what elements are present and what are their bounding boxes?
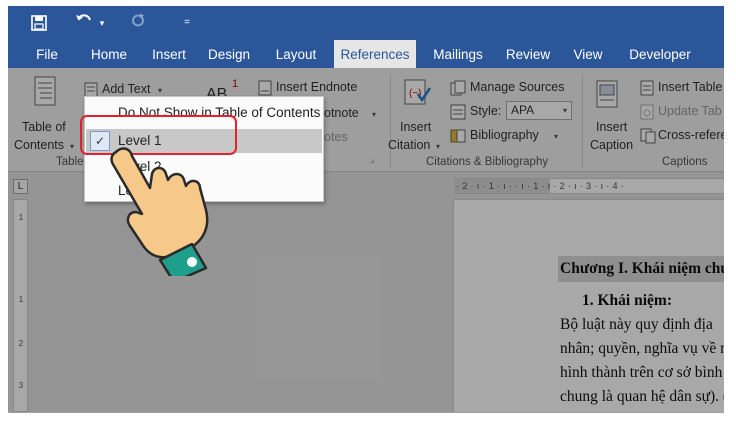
show-notes-button[interactable]: otes	[324, 130, 348, 144]
document-line: hình thành trên cơ sở bình	[560, 364, 723, 381]
vertical-ruler-mark: 2	[18, 339, 24, 348]
horizontal-ruler[interactable]: · 2 · ı · 1 · ı · · ı · 1 · ı · 2 · ı · …	[454, 178, 724, 194]
document-subheading: 1. Khái niệm:	[582, 292, 672, 309]
group-label-citations: Citations & Bibliography	[426, 156, 549, 168]
add-text-button[interactable]: Add Text	[102, 82, 150, 96]
chevron-down-icon: ▾	[562, 106, 567, 115]
insert-citation-icon[interactable]: (~)	[402, 78, 432, 113]
toc-button-line2[interactable]: Contents	[14, 138, 64, 152]
document-line: Bộ luật này quy định địa	[560, 316, 713, 333]
tab-view[interactable]: View	[568, 40, 608, 68]
tab-developer[interactable]: Developer	[620, 40, 700, 68]
group-label-toc: Table	[56, 156, 84, 168]
group-separator	[582, 74, 583, 168]
ribbon-tabs: File Home Insert Design Layout Reference…	[8, 40, 724, 68]
tab-mailings[interactable]: Mailings	[426, 40, 490, 68]
style-select-value: APA	[511, 103, 535, 117]
style-label: Style:	[470, 104, 502, 118]
style-select[interactable]: APA ▾	[506, 101, 572, 120]
insert-table-of-figures-button[interactable]: Insert Table	[658, 80, 722, 94]
word-window: ▾ = File Home Insert Design Layout Refer…	[8, 6, 724, 412]
tab-selector-button[interactable]: L	[13, 179, 28, 194]
document-line: chung là quan hệ dân sự). (	[560, 388, 724, 405]
group-label-captions: Captions	[662, 156, 708, 168]
vertical-ruler-mark: 1	[18, 295, 24, 304]
insert-citation-line2[interactable]: Citation	[388, 138, 430, 152]
undo-dropdown-icon[interactable]: ▾	[96, 12, 108, 34]
menu-item-label: Do Not Show in Table of Contents	[118, 105, 321, 120]
insert-table-of-figures-icon[interactable]	[640, 80, 654, 101]
insert-endnote-button[interactable]: Insert Endnote	[276, 80, 357, 94]
bibliography-icon[interactable]	[450, 128, 466, 149]
floppy-disk-icon[interactable]	[28, 12, 50, 34]
cross-reference-icon[interactable]	[640, 128, 656, 149]
document-line: nhân; quyền, nghĩa vụ về n	[560, 340, 724, 357]
manage-sources-button[interactable]: Manage Sources	[470, 80, 565, 94]
quick-access-toolbar: ▾ =	[8, 6, 724, 40]
footnote-superscript: 1	[232, 78, 239, 90]
vertical-ruler[interactable]: 1 1 2 3	[13, 199, 28, 412]
next-footnote-button[interactable]: otnote	[324, 106, 359, 120]
horizontal-ruler-marks: · 2 · ı · 1 · ı · · ı · 1 · ı · 2 · ı · …	[456, 181, 625, 192]
insert-citation-line1[interactable]: Insert	[400, 120, 431, 134]
tab-layout[interactable]: Layout	[270, 40, 322, 68]
toc-button-line1[interactable]: Table of	[22, 120, 66, 134]
bibliography-dropdown-icon[interactable]: ▾	[554, 132, 558, 141]
tab-design[interactable]: Design	[204, 40, 254, 68]
table-of-contents-icon[interactable]	[34, 76, 56, 111]
tab-home[interactable]: Home	[84, 40, 134, 68]
document-heading: Chương I. Khái niệm chu	[558, 256, 724, 282]
footnotes-dialog-launcher-icon[interactable]: ⌟	[370, 154, 374, 165]
add-text-dropdown-icon[interactable]: ▾	[158, 86, 162, 95]
vertical-ruler-mark: 3	[18, 381, 24, 390]
vertical-ruler-mark: 1	[18, 213, 24, 222]
insert-caption-line2[interactable]: Caption	[590, 138, 633, 152]
menu-item-do-not-show[interactable]: Do Not Show in Table of Contents	[86, 101, 322, 125]
manage-sources-icon[interactable]	[450, 80, 466, 101]
group-separator	[390, 74, 391, 168]
tab-insert[interactable]: Insert	[146, 40, 192, 68]
update-table-button: Update Tab	[658, 104, 722, 118]
bibliography-button[interactable]: Bibliography	[470, 128, 539, 142]
customize-toolbar-button[interactable]: =	[180, 12, 194, 34]
cross-reference-button[interactable]: Cross-refere	[658, 128, 724, 142]
vertical-ruler-area: L 1 1 2 3	[8, 172, 36, 412]
next-footnote-dropdown-icon[interactable]: ▾	[372, 110, 376, 119]
pointing-hand-icon	[100, 144, 240, 284]
style-icon	[450, 104, 466, 125]
document-page[interactable]: Chương I. Khái niệm chu 1. Khái niệm: Bộ…	[454, 200, 724, 412]
toc-dropdown-icon[interactable]: ▾	[70, 142, 74, 151]
update-table-icon	[640, 104, 654, 125]
redo-arrow-icon	[128, 12, 148, 34]
tab-file[interactable]: File	[28, 40, 66, 68]
undo-arrow-icon[interactable]	[74, 12, 94, 34]
tab-references[interactable]: References	[334, 40, 416, 68]
insert-caption-icon[interactable]	[596, 80, 618, 113]
insert-citation-dropdown-icon[interactable]: ▾	[436, 142, 440, 151]
bottom-divider	[8, 412, 724, 413]
insert-caption-line1[interactable]: Insert	[596, 120, 627, 134]
tab-review[interactable]: Review	[502, 40, 554, 68]
